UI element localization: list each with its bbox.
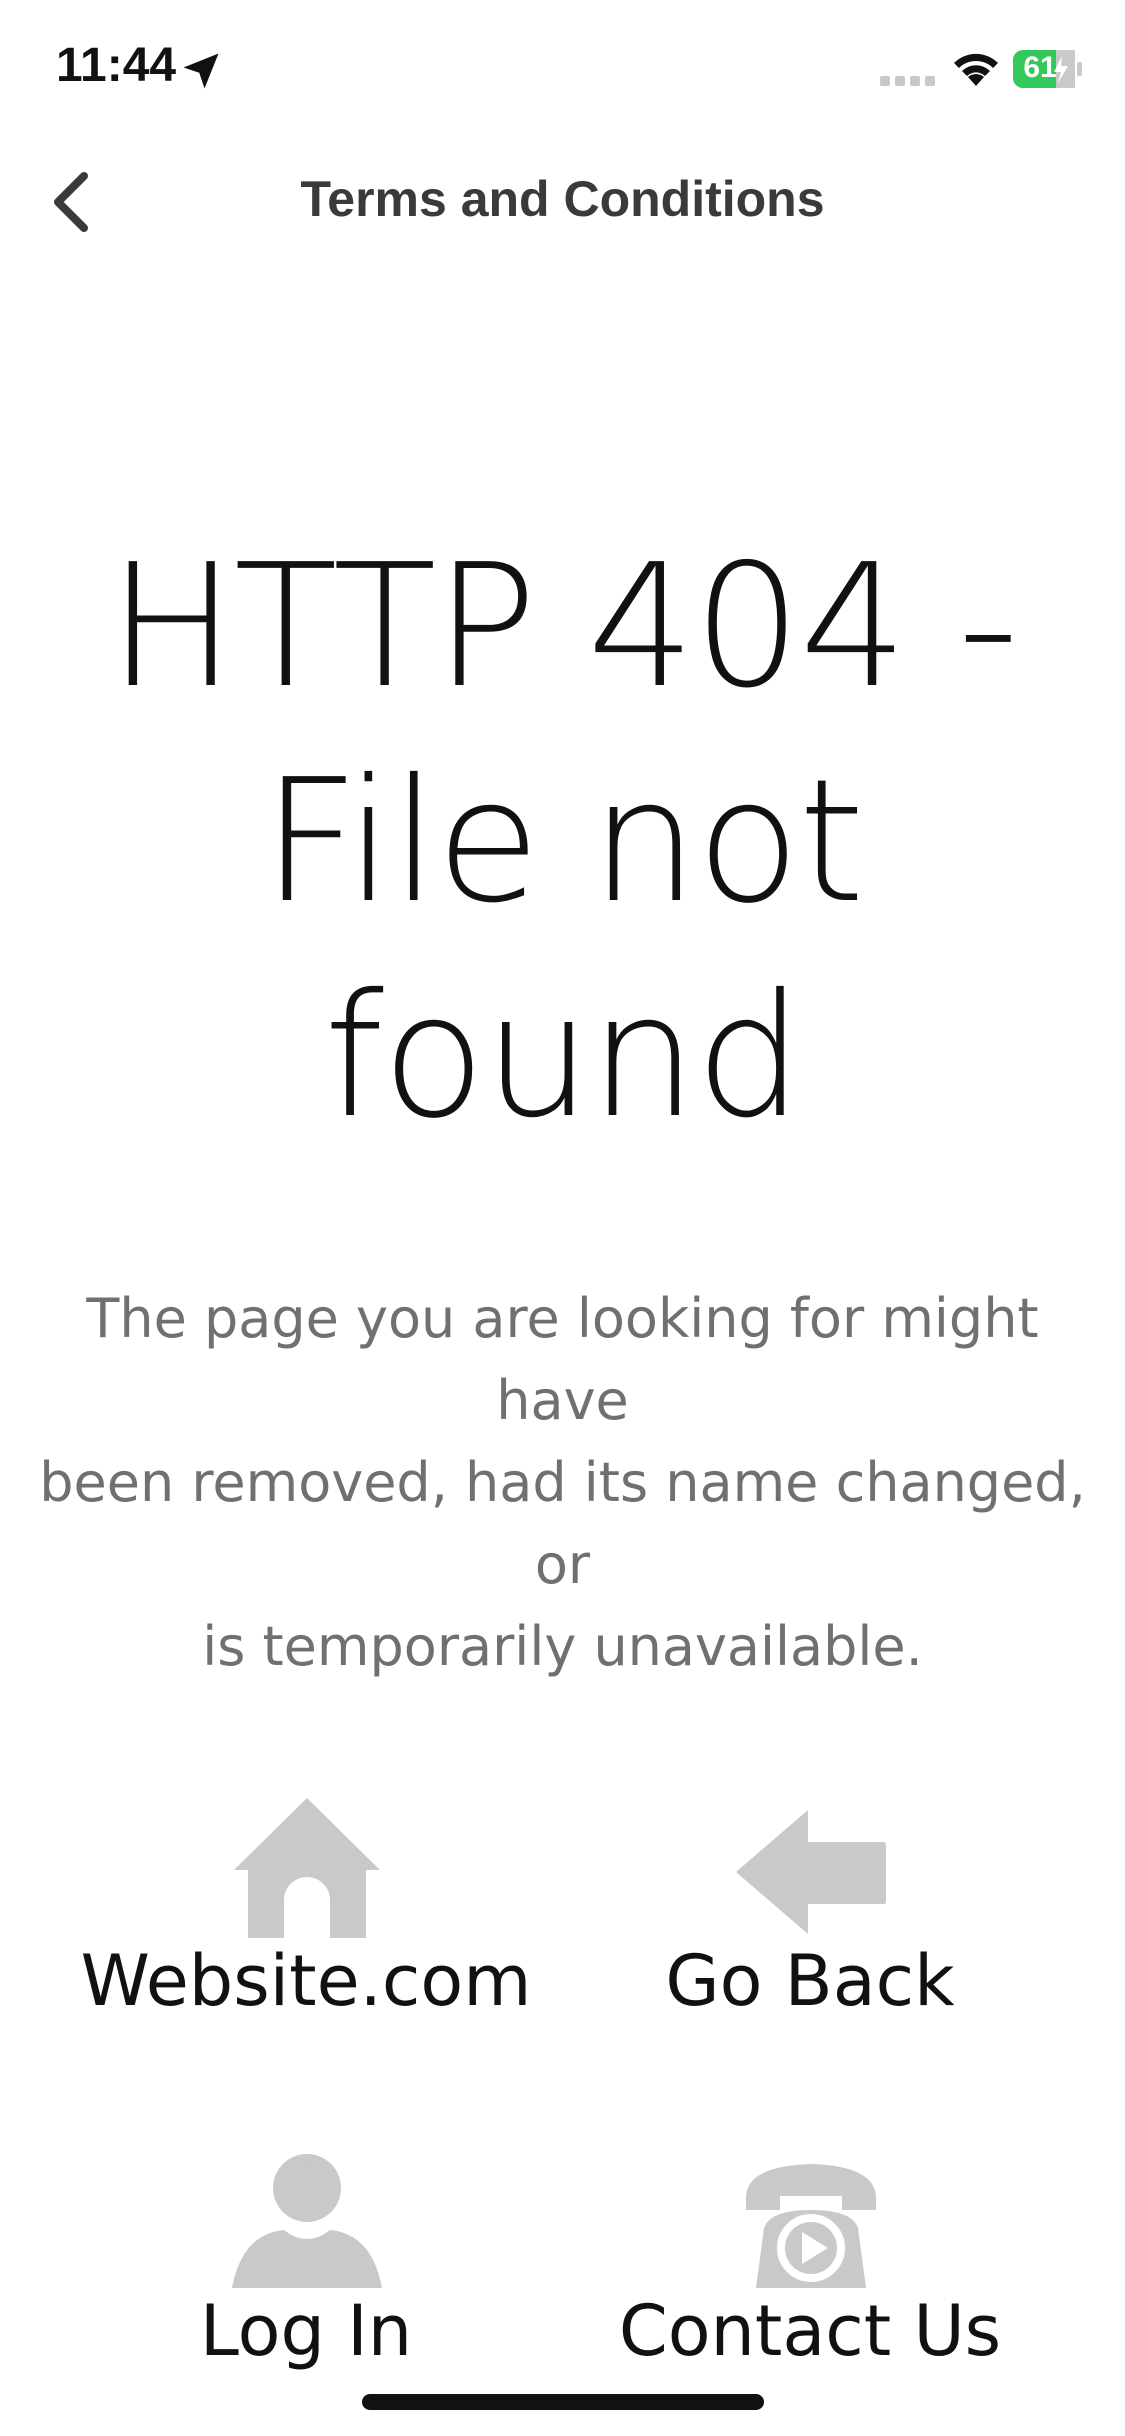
- error-description-line: The page you are looking for might have: [86, 1287, 1039, 1432]
- signal-icon: [880, 76, 935, 86]
- error-heading-line: HTTP 404 -: [108, 528, 1019, 726]
- battery-level: 61: [1023, 51, 1057, 84]
- error-description-line: is temporarily unavailable.: [202, 1615, 923, 1678]
- phone-icon: [746, 2164, 876, 2288]
- go-back-button[interactable]: Go Back: [560, 1790, 1060, 2050]
- status-bar: 11:44 61: [0, 0, 1125, 135]
- error-description-line: been removed, had its name changed, or: [39, 1451, 1086, 1596]
- navigation-bar: Terms and Conditions: [0, 140, 1125, 260]
- user-icon: [232, 2154, 382, 2288]
- website-link-label: Website.com: [80, 1940, 532, 2022]
- contact-us-label: Contact Us: [618, 2290, 1002, 2372]
- home-indicator[interactable]: [362, 2394, 764, 2410]
- contact-us-button[interactable]: Contact Us: [560, 2140, 1060, 2400]
- status-time: 11:44: [56, 39, 177, 92]
- page-title: Terms and Conditions: [300, 171, 825, 227]
- log-in-label: Log In: [199, 2290, 413, 2372]
- log-in-button[interactable]: Log In: [56, 2140, 556, 2400]
- go-back-label: Go Back: [665, 1940, 955, 2022]
- error-heading-line: File not: [262, 743, 865, 941]
- error-heading-line: found: [323, 958, 803, 1156]
- location-arrow-icon: [183, 53, 219, 89]
- website-link[interactable]: Website.com: [56, 1790, 556, 2050]
- wifi-icon: [954, 53, 998, 86]
- screen: 11:44 61 Terms and Conditions HTTP 404 -…: [0, 0, 1125, 2436]
- home-icon: [234, 1798, 380, 1938]
- error-description: The page you are looking for might have …: [30, 1278, 1095, 1688]
- error-heading: HTTP 404 - File not found: [80, 520, 1045, 1165]
- arrow-left-icon: [736, 1810, 886, 1934]
